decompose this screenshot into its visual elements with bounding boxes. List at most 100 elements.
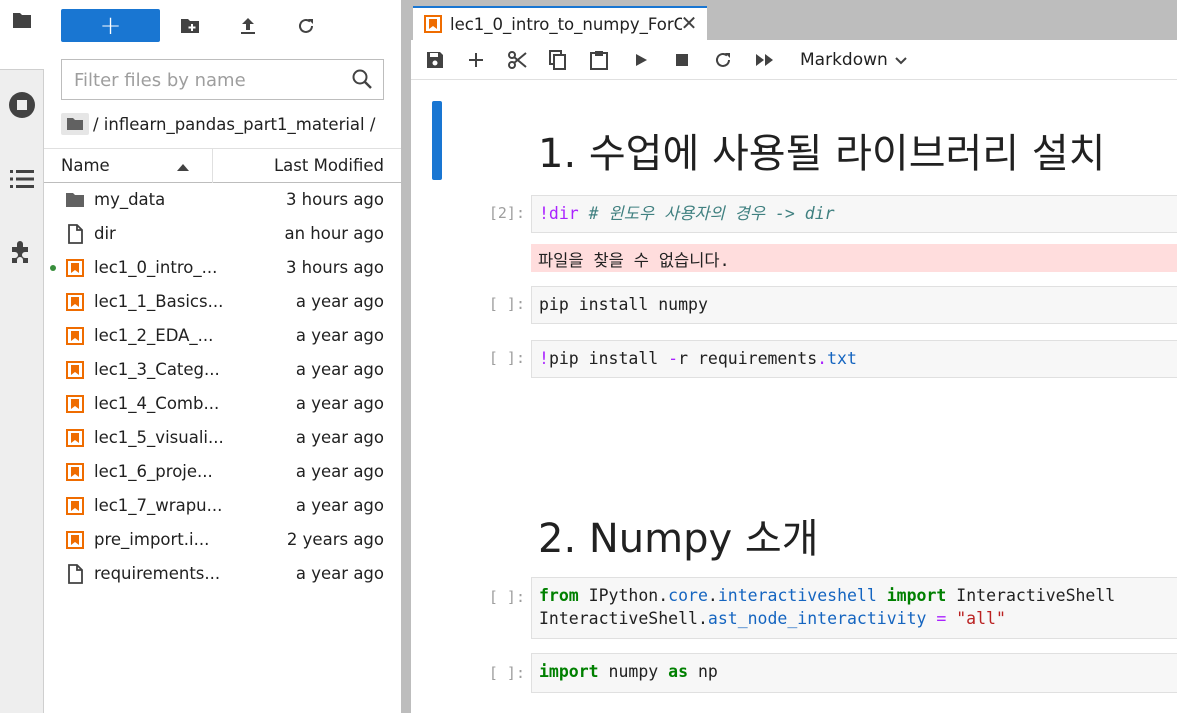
- code-token: .: [697, 609, 708, 628]
- tab-bar: lec1_0_intro_to_numpy_ForO ✕: [411, 0, 1177, 40]
- column-last-modified[interactable]: Last Modified: [274, 156, 384, 175]
- file-row[interactable]: lec1_0_intro_... 3 hours ago: [44, 251, 401, 285]
- file-name: lec1_0_intro_...: [94, 258, 218, 277]
- folder-icon: [64, 190, 86, 210]
- column-divider[interactable]: [212, 149, 213, 183]
- error-output: 파일을 찾을 수 없습니다.: [531, 244, 1177, 272]
- notebook-toolbar: Markdown: [411, 40, 1177, 80]
- toc-icon[interactable]: [6, 163, 38, 195]
- breadcrumb-path[interactable]: / inflearn_pandas_part1_material /: [93, 115, 375, 134]
- file-modified: a year ago: [295, 462, 384, 481]
- file-name: my_data: [94, 190, 166, 209]
- notebook-icon: [64, 326, 86, 346]
- code-token: .: [658, 586, 669, 605]
- code-token: r requirements: [678, 349, 818, 368]
- notebook-icon: [64, 258, 86, 278]
- file-row[interactable]: lec1_6_proje... a year ago: [44, 455, 401, 489]
- copy-icon[interactable]: [545, 48, 571, 72]
- cell-prompt: [ ]:: [488, 664, 525, 682]
- restart-icon[interactable]: [710, 48, 736, 72]
- file-row[interactable]: lec1_3_Categ... a year ago: [44, 353, 401, 387]
- code-token: .: [817, 349, 828, 368]
- file-row[interactable]: pre_import.i... 2 years ago: [44, 523, 401, 557]
- code-comment: # 윈도우 사용자의 경우 -> dir: [578, 204, 835, 223]
- column-name[interactable]: Name: [61, 156, 110, 175]
- notebook-panel: 1. 수업에 사용될 라이브러리 설치 [2]: !dir # 윈도우 사용자의…: [411, 81, 1177, 713]
- markdown-heading[interactable]: 1. 수업에 사용될 라이브러리 설치: [538, 121, 1105, 179]
- active-cell-indicator[interactable]: [432, 101, 442, 180]
- code-cell[interactable]: from IPython.core.interactiveshell impor…: [531, 577, 1177, 639]
- code-token: interactiveshell: [717, 586, 877, 605]
- extension-icon[interactable]: [6, 236, 38, 268]
- file-modified: a year ago: [295, 326, 384, 345]
- tab-notebook[interactable]: lec1_0_intro_to_numpy_ForO ✕: [413, 6, 707, 40]
- code-token: txt: [827, 349, 857, 368]
- file-row[interactable]: lec1_5_visuali... a year ago: [44, 421, 401, 455]
- stop-icon[interactable]: [669, 48, 695, 72]
- file-row[interactable]: lec1_1_Basics... a year ago: [44, 285, 401, 319]
- breadcrumb: / inflearn_pandas_part1_material /: [61, 112, 375, 136]
- cell-type-dropdown[interactable]: Markdown: [800, 48, 908, 72]
- file-name: requirements...: [94, 564, 221, 583]
- notebook-icon: [64, 394, 86, 414]
- refresh-icon[interactable]: [293, 13, 319, 39]
- running-icon[interactable]: [6, 89, 38, 121]
- file-modified: 3 hours ago: [285, 190, 384, 209]
- file-browser: + / inflearn_pandas_part1_material / Nam…: [44, 0, 401, 713]
- file-modified: a year ago: [295, 292, 384, 311]
- file-row[interactable]: lec1_7_wrapu... a year ago: [44, 489, 401, 523]
- new-launcher-button[interactable]: +: [61, 9, 160, 42]
- code-token: import: [539, 662, 599, 681]
- cut-icon[interactable]: [504, 48, 530, 72]
- code-cell[interactable]: !pip install -r requirements.txt: [531, 340, 1177, 378]
- file-name: pre_import.i...: [94, 530, 210, 549]
- run-icon[interactable]: [628, 48, 654, 72]
- code-token: InteractiveShell: [946, 586, 1116, 605]
- code-cell[interactable]: import numpy as np: [531, 653, 1177, 693]
- upload-icon[interactable]: [235, 13, 261, 39]
- file-name: lec1_5_visuali...: [94, 428, 224, 447]
- cell-type-label: Markdown: [800, 50, 888, 70]
- file-list: my_data 3 hours ago dir an hour ago lec1_0_i…: [44, 183, 401, 591]
- file-row[interactable]: dir an hour ago: [44, 217, 401, 251]
- code-token: as: [668, 662, 689, 681]
- chevron-down-icon: [895, 57, 907, 65]
- save-icon[interactable]: [422, 48, 448, 72]
- markdown-heading[interactable]: 2. Numpy 소개: [538, 506, 819, 564]
- add-cell-icon[interactable]: [463, 48, 489, 72]
- code-cell[interactable]: !dir # 윈도우 사용자의 경우 -> dir: [531, 195, 1177, 233]
- notebook-icon: [64, 360, 86, 380]
- code-token: .: [707, 586, 718, 605]
- panel-splitter[interactable]: [401, 0, 411, 713]
- file-row[interactable]: lec1_4_Comb... a year ago: [44, 387, 401, 421]
- code-token: pip install numpy: [539, 295, 708, 314]
- notebook-icon: [64, 496, 86, 516]
- file-name: lec1_2_EDA_...: [94, 326, 214, 345]
- cell-prompt: [2]:: [488, 204, 525, 222]
- filter-input[interactable]: [74, 68, 344, 92]
- activity-bar: [0, 0, 44, 713]
- notebook-icon: [64, 292, 86, 312]
- new-folder-icon[interactable]: [177, 13, 203, 39]
- cell-prompt: [ ]:: [488, 349, 525, 367]
- file-row[interactable]: lec1_2_EDA_... a year ago: [44, 319, 401, 353]
- folder-icon[interactable]: [6, 4, 38, 36]
- cell-prompt: [ ]:: [488, 295, 525, 313]
- file-modified: 2 years ago: [286, 530, 384, 549]
- file-row[interactable]: my_data 3 hours ago: [44, 183, 401, 217]
- code-token: IPython: [578, 586, 659, 605]
- fast-forward-icon[interactable]: [752, 48, 778, 72]
- notebook-icon: [64, 530, 86, 550]
- code-cell[interactable]: pip install numpy: [531, 286, 1177, 324]
- code-token: InteractiveShell: [539, 609, 698, 628]
- paste-icon[interactable]: [586, 48, 612, 72]
- file-name: lec1_3_Categ...: [94, 360, 220, 379]
- file-row[interactable]: requirements... a year ago: [44, 557, 401, 591]
- file-modified: a year ago: [295, 394, 384, 413]
- file-name: lec1_1_Basics...: [94, 292, 224, 311]
- home-folder-icon[interactable]: [61, 113, 89, 135]
- cell-prompt: [ ]:: [488, 588, 525, 606]
- close-icon[interactable]: ✕: [679, 13, 699, 33]
- code-token: "all": [956, 609, 1006, 628]
- file-modified: an hour ago: [284, 224, 384, 243]
